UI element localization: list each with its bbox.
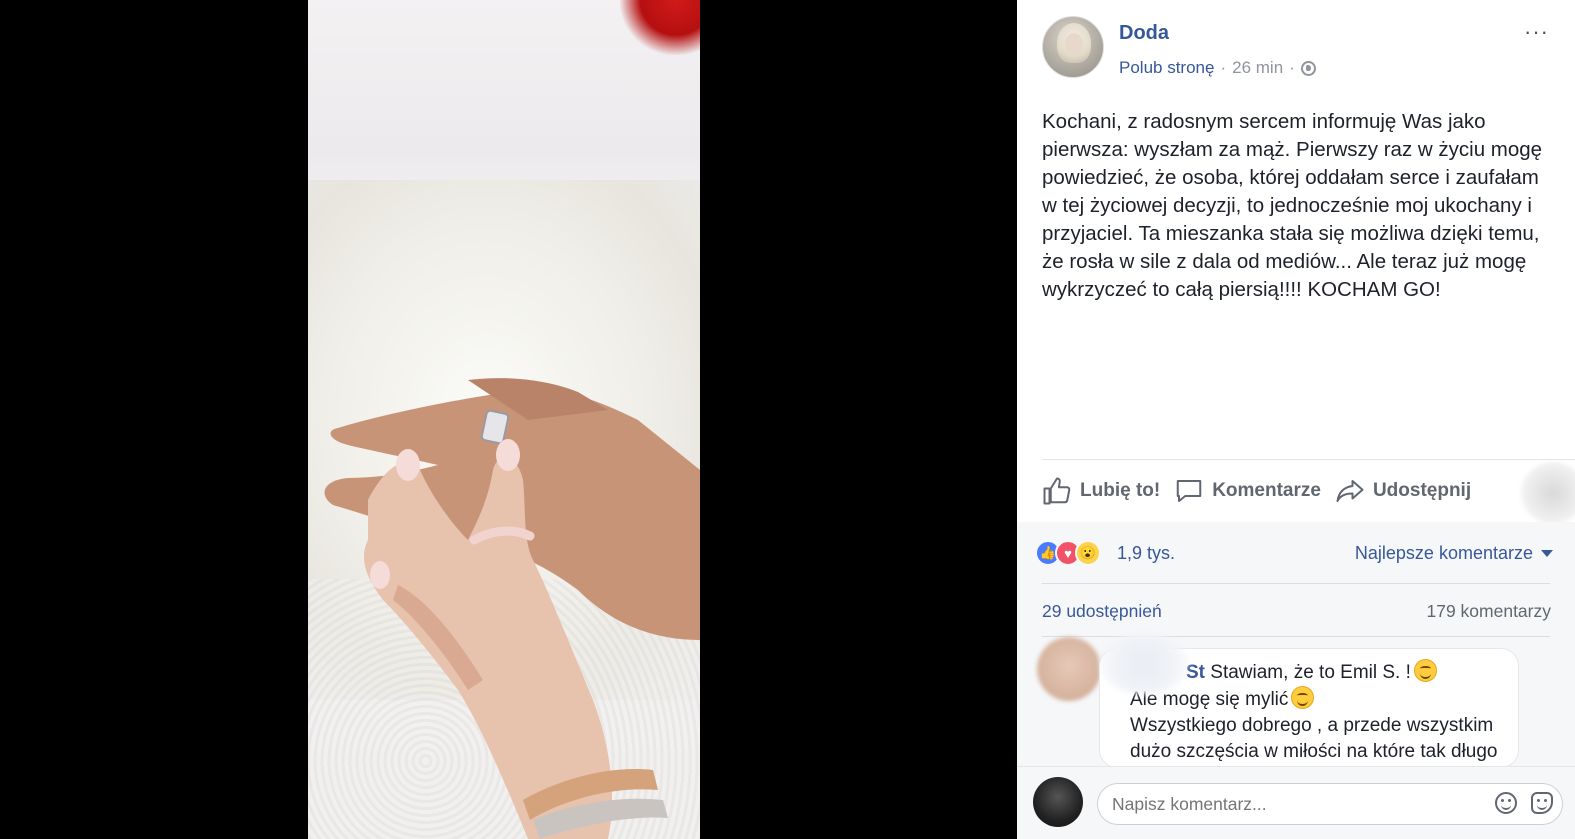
blurred-commenter-name — [1099, 634, 1189, 694]
divider — [1042, 583, 1550, 584]
post-photo[interactable] — [308, 0, 700, 839]
smile-emoji-icon — [1291, 686, 1315, 709]
comment-text-4: dużo szczęścia w miłości na które tak dł… — [1130, 741, 1498, 762]
meta-separator: · — [1220, 58, 1227, 77]
commenter-avatar[interactable] — [1037, 637, 1101, 701]
share-button[interactable]: Udostępnij — [1335, 476, 1471, 506]
comment-sort-label: Najlepsze komentarze — [1354, 543, 1533, 563]
comment-line-2: Ale mogę się mylić — [1110, 686, 1508, 713]
photo-viewer — [0, 0, 1017, 839]
comment-button[interactable]: Komentarze — [1174, 476, 1321, 506]
current-user-avatar — [1033, 777, 1083, 827]
post-actions: Lubię to! Komentarze Udostępnij — [1042, 459, 1575, 521]
reaction-count[interactable]: 1,9 tys. — [1117, 543, 1175, 564]
globe-icon[interactable] — [1300, 60, 1316, 76]
wow-reaction-icon: 😮 — [1075, 540, 1101, 566]
divider — [1042, 636, 1550, 637]
post-header: Doda Polub stronę · 26 min · ··· — [1017, 0, 1575, 100]
grin-emoji-icon — [1413, 659, 1437, 682]
post-sidebar: Doda Polub stronę · 26 min · ··· Kochani… — [1017, 0, 1575, 839]
post-meta: Polub stronę · 26 min · — [1119, 58, 1316, 78]
share-label: Udostępnij — [1372, 479, 1472, 501]
comments-count[interactable]: 179 komentarzy — [1426, 601, 1551, 622]
thumbs-up-icon — [1043, 477, 1071, 504]
comment-icon — [1176, 479, 1202, 502]
reaction-icons[interactable]: 👍 ♥ 😮 — [1035, 540, 1101, 566]
share-arrow-icon — [1336, 479, 1364, 502]
caret-down-icon — [1541, 550, 1553, 557]
like-button[interactable]: Lubię to! — [1042, 476, 1160, 506]
page-name[interactable]: Doda — [1119, 22, 1169, 45]
comment-sort-dropdown[interactable]: Najlepsze komentarze — [1355, 543, 1553, 564]
shares-count[interactable]: 29 udostępnień — [1042, 601, 1162, 622]
photo-hands-illustration — [324, 378, 700, 839]
comment-label: Komentarze — [1212, 479, 1321, 501]
like-label: Lubię to! — [1080, 479, 1161, 501]
sticker-icon[interactable] — [1531, 792, 1553, 814]
emoji-picker-icon[interactable] — [1495, 792, 1517, 814]
post-time[interactable]: 26 min — [1232, 58, 1283, 78]
post-text: Kochani, z radosnym sercem informuję Was… — [1042, 110, 1543, 301]
composer-icons — [1495, 792, 1553, 814]
comment-text-3: Wszystkiego dobrego , a przede wszystkim — [1130, 715, 1494, 736]
comment-input[interactable] — [1097, 783, 1563, 825]
more-options-button[interactable]: ··· — [1524, 21, 1549, 43]
meta-separator-2: · — [1289, 58, 1295, 77]
page-avatar[interactable] — [1042, 16, 1104, 78]
comment-composer — [1017, 766, 1575, 839]
like-page-link[interactable]: Polub stronę — [1119, 58, 1214, 78]
comment-text-1: Stawiam, że to Emil S. ! — [1210, 662, 1411, 683]
